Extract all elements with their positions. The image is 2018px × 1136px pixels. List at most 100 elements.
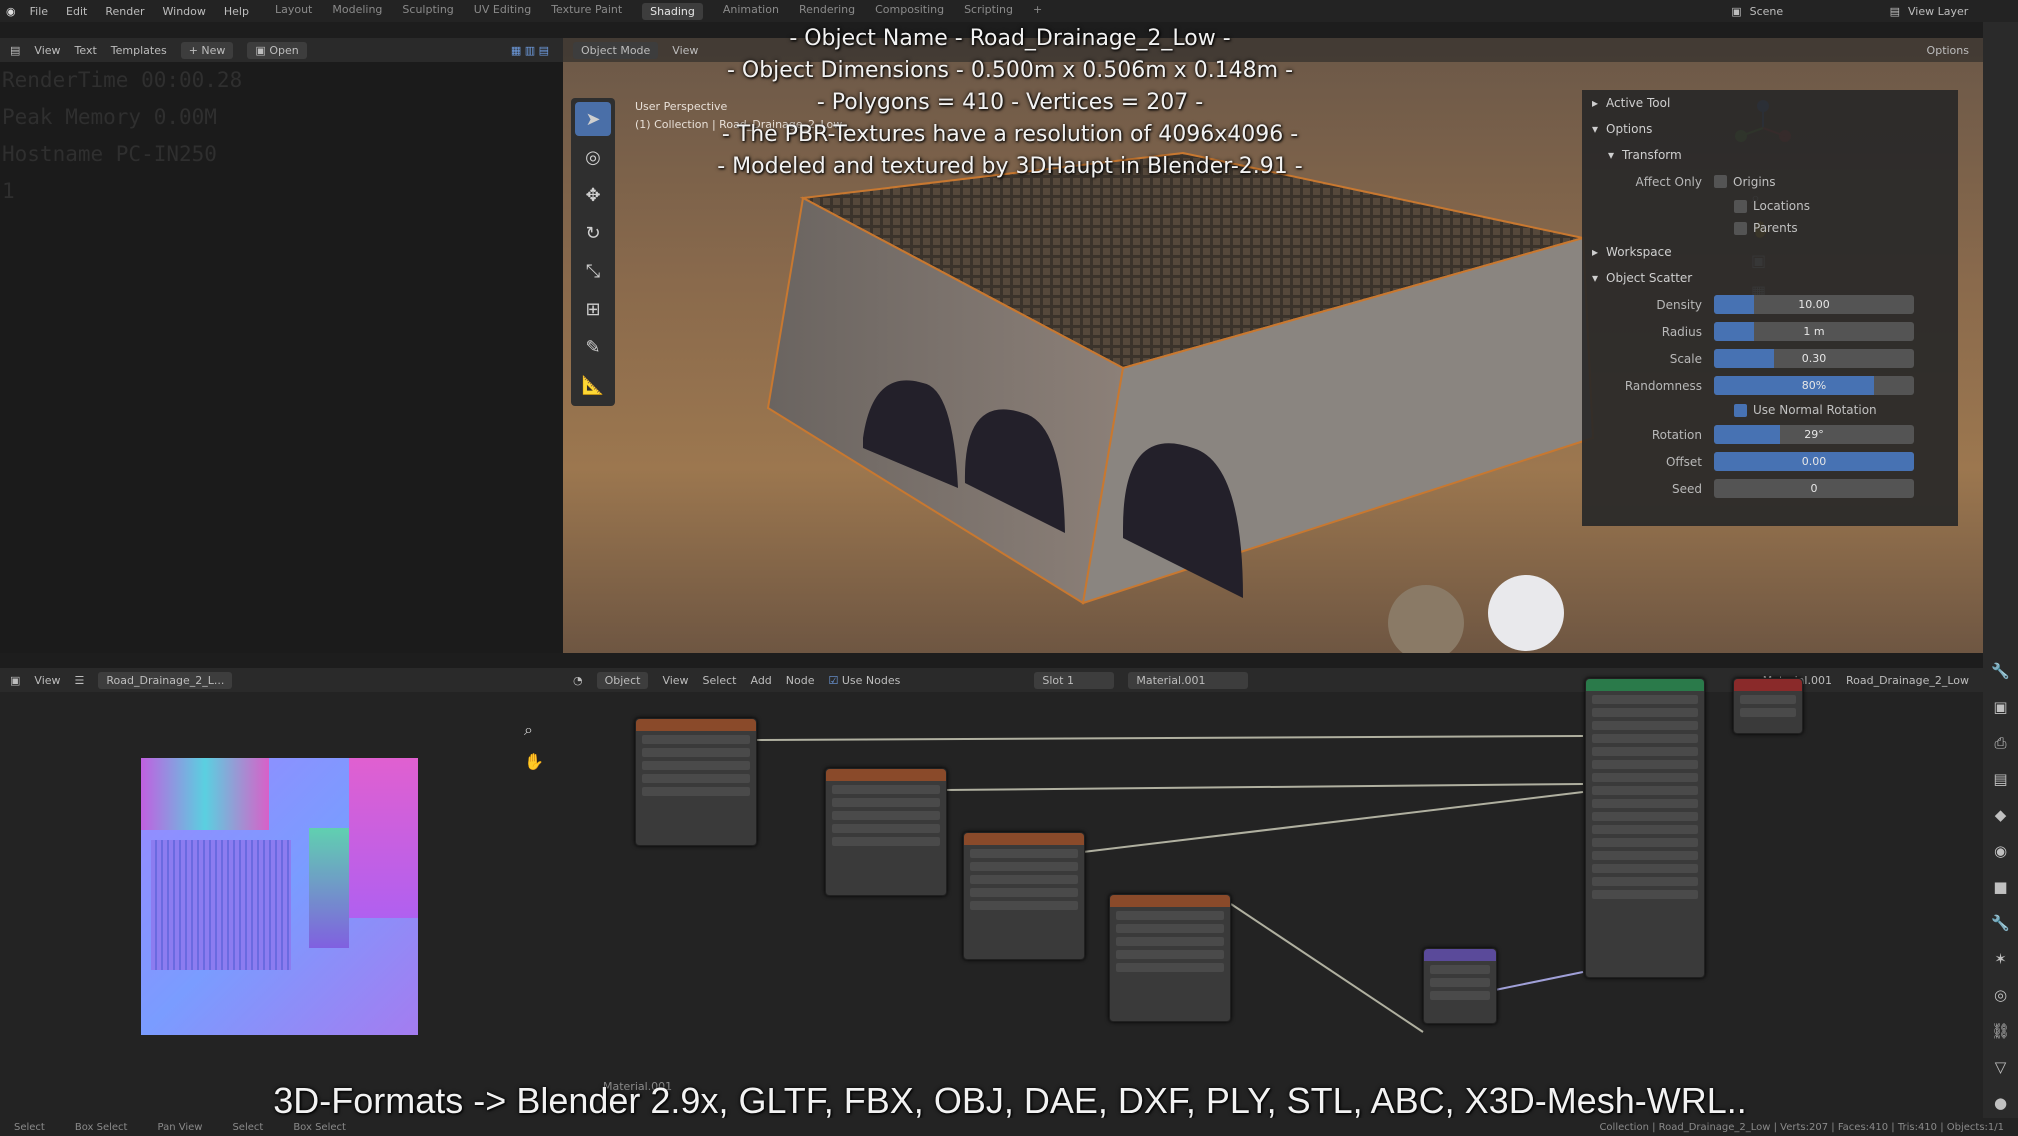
image-texture-node[interactable] [1109,894,1231,1022]
node-links [754,735,1584,1033]
section-options[interactable]: ▾ Options [1582,116,1958,142]
menu-text[interactable]: Text [75,44,97,57]
modifier-properties-icon[interactable]: 🔧 [1991,914,2010,932]
view-layer-icon[interactable]: ▤ [1890,5,1900,18]
use-nodes-checkbox[interactable]: ☑ Use Nodes [829,674,901,687]
menu-view[interactable]: View [34,674,60,687]
properties-strip: 🔧 ▣ ⎙ ▤ ◆ ◉ ■ 🔧 ✶ ◎ ⛓ ▽ ● [1983,22,2018,1136]
offset-slider[interactable]: 0.00 [1714,452,1914,471]
view-toggle-icon[interactable]: ▦ ▥ ▤ [511,44,549,57]
scale-slider[interactable]: 0.30 [1714,349,1914,368]
viewport-options-button[interactable]: Options [1927,44,1969,57]
tab-compositing[interactable]: Compositing [875,3,944,20]
measure-tool-icon[interactable]: 📐 [575,368,611,402]
seed-field[interactable]: 0 [1714,479,1914,498]
view-layer-selector[interactable]: View Layer [1908,5,2018,18]
world-properties-icon[interactable]: ◉ [1994,842,2007,860]
material-properties-icon[interactable]: ● [1994,1094,2007,1112]
zoom-icon[interactable]: ⌕ [524,720,544,740]
menu-render[interactable]: Render [105,5,144,18]
tab-shading[interactable]: Shading [642,2,703,20]
scale-tool-icon[interactable]: ⤡ [575,254,611,288]
locations-checkbox[interactable]: Locations [1582,195,1958,217]
text-line[interactable]: RenderTime 00:00.28 [0,62,563,99]
data-properties-icon[interactable]: ▽ [1995,1058,2007,1076]
scene-selector[interactable]: Scene [1750,5,1870,18]
add-workspace-icon[interactable]: + [1033,3,1042,20]
tab-animation[interactable]: Animation [723,3,779,20]
tab-modeling[interactable]: Modeling [332,3,382,20]
object-properties-icon[interactable]: ■ [1993,878,2007,896]
section-transform[interactable]: ▾ Transform [1582,142,1958,168]
menu-add[interactable]: Add [750,674,771,687]
normal-map-node[interactable] [1423,948,1497,1024]
output-properties-icon[interactable]: ⎙ [1994,734,2006,752]
annotate-tool-icon[interactable]: ✎ [575,330,611,364]
menu-hamburger-icon[interactable]: ☰ [75,674,85,687]
tab-uv-editing[interactable]: UV Editing [474,3,531,20]
editor-type-icon[interactable]: ▣ [10,674,20,687]
menu-select[interactable]: Select [703,674,737,687]
menu-window[interactable]: Window [163,5,206,18]
rotation-slider[interactable]: 29° [1714,425,1914,444]
section-active-tool[interactable]: ▸ Active Tool [1582,90,1958,116]
cursor-tool-icon[interactable]: ◎ [575,140,611,174]
workspace-tabs: Layout Modeling Sculpting UV Editing Tex… [275,2,1042,20]
image-texture-node[interactable] [635,718,757,846]
physics-properties-icon[interactable]: ◎ [1994,986,2007,1004]
rotate-tool-icon[interactable]: ↻ [575,216,611,250]
tab-rendering[interactable]: Rendering [799,3,855,20]
constraints-properties-icon[interactable]: ⛓ [1991,1022,2010,1040]
section-object-scatter[interactable]: ▾ Object Scatter [1582,265,1958,291]
move-tool-icon[interactable]: ✥ [575,178,611,212]
text-line[interactable]: Hostname PC-IN250 [0,136,563,173]
material-output-node[interactable] [1733,678,1803,734]
open-text-button[interactable]: ▣ Open [247,41,307,59]
menu-node[interactable]: Node [786,674,815,687]
new-text-button[interactable]: + New [180,41,234,59]
tab-sculpting[interactable]: Sculpting [402,3,453,20]
scene-icon[interactable]: ▣ [1731,5,1741,18]
section-label: Options [1606,122,1653,136]
status-select: Select [14,1121,45,1133]
render-properties-icon[interactable]: ▣ [1993,698,2007,716]
open-label: Open [269,43,299,57]
blender-logo-icon[interactable]: ◉ [6,5,16,18]
normal-map-texture[interactable] [141,758,418,1035]
section-workspace[interactable]: ▸ Workspace [1582,239,1958,265]
text-line[interactable]: Peak Memory 0.00M [0,99,563,136]
parents-checkbox[interactable]: Parents [1582,217,1958,239]
text-line[interactable]: 1 [0,173,563,210]
tool-properties-icon[interactable]: 🔧 [1991,662,2010,680]
select-tool-icon[interactable]: ➤ [575,102,611,136]
randomness-slider[interactable]: 80% [1714,376,1914,395]
menu-view[interactable]: View [662,674,688,687]
density-slider[interactable]: 10.00 [1714,295,1914,314]
use-normal-rotation-checkbox[interactable]: Use Normal Rotation [1582,399,1958,421]
origins-checkbox[interactable]: Origins [1714,171,1776,193]
particles-properties-icon[interactable]: ✶ [1994,950,2007,968]
image-texture-node[interactable] [825,768,947,896]
image-selector[interactable]: Road_Drainage_2_L... [98,671,233,689]
editor-type-icon[interactable]: ▤ [10,44,20,57]
editor-type-icon[interactable]: ◔ [573,674,583,687]
slot-selector[interactable]: Slot 1 [1034,671,1115,689]
pan-hand-icon[interactable]: ✋ [524,752,544,771]
transform-tool-icon[interactable]: ⊞ [575,292,611,326]
material-selector[interactable]: Material.001 [1128,671,1249,689]
menu-file[interactable]: File [30,5,48,18]
principled-bsdf-node[interactable] [1585,678,1705,978]
tab-texture-paint[interactable]: Texture Paint [551,3,622,20]
menu-help[interactable]: Help [224,5,249,18]
object-type-selector[interactable]: Object [596,671,649,689]
scene-properties-icon[interactable]: ◆ [1995,806,2007,824]
menu-templates[interactable]: Templates [111,44,167,57]
menu-edit[interactable]: Edit [66,5,87,18]
tab-scripting[interactable]: Scripting [964,3,1013,20]
tab-layout[interactable]: Layout [275,3,312,20]
shader-node-editor[interactable]: ◔ Object View Select Add Node ☑ Use Node… [563,668,1983,1118]
menu-view[interactable]: View [34,44,60,57]
image-texture-node[interactable] [963,832,1085,960]
view-layer-properties-icon[interactable]: ▤ [1993,770,2007,788]
radius-slider[interactable]: 1 m [1714,322,1914,341]
